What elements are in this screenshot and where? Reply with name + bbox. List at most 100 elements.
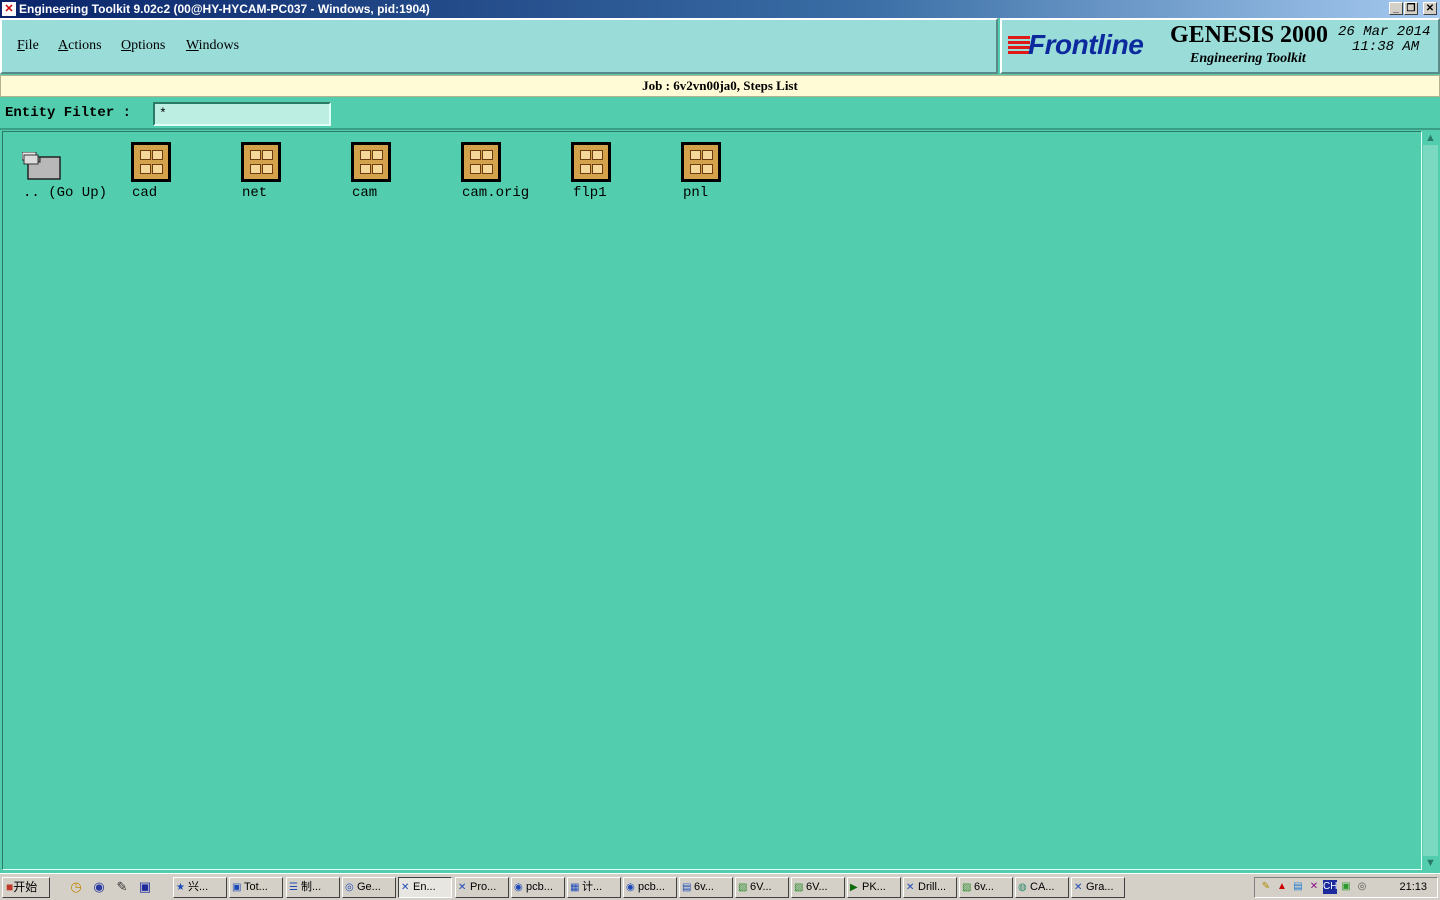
- start-button[interactable]: ■开始: [2, 877, 50, 898]
- tray-security-icon[interactable]: ▣: [1339, 880, 1353, 894]
- task-button[interactable]: ◉ pcb...: [623, 877, 677, 898]
- step-icon: [131, 142, 171, 182]
- brand-panel: Frontline GENESIS 2000 Engineering Toolk…: [1000, 18, 1440, 74]
- minimize-button[interactable]: _: [1389, 2, 1403, 15]
- task-label: 兴...: [188, 881, 209, 893]
- quicklaunch-clock-icon[interactable]: ◷: [68, 879, 84, 895]
- task-icon: ▶: [850, 882, 858, 893]
- task-icon: ▤: [682, 882, 692, 893]
- frontline-logo: Frontline: [1008, 29, 1164, 64]
- task-label: 6v...: [974, 881, 994, 893]
- task-button[interactable]: ▣ Tot...: [229, 877, 283, 898]
- tray-settings-icon[interactable]: ◎: [1355, 880, 1369, 894]
- task-button[interactable]: ▧ 6V...: [735, 877, 789, 898]
- restore-button[interactable]: ❐: [1404, 2, 1418, 15]
- menu-actions[interactable]: Actions: [58, 38, 102, 54]
- menu-options[interactable]: Options: [121, 38, 165, 54]
- entity-filter-label: Entity Filter :: [5, 105, 132, 121]
- quicklaunch-globe-icon[interactable]: ◉: [91, 879, 107, 895]
- task-icon: ▣: [232, 882, 242, 893]
- task-button[interactable]: ◍ CA...: [1015, 877, 1069, 898]
- task-button[interactable]: ▤ 6v...: [679, 877, 733, 898]
- step-label: flp1: [573, 185, 607, 201]
- tray-pencil-icon[interactable]: ✎: [1259, 880, 1273, 894]
- scroll-up-arrow-icon[interactable]: ▲: [1423, 131, 1438, 145]
- system-tray: ✎ ▲ ▤ ✕ CH ▣ ◎ 21:13: [1254, 877, 1438, 898]
- task-label: 6v...: [694, 881, 714, 893]
- task-icon: ★: [176, 882, 185, 893]
- start-label: 开始: [13, 880, 38, 894]
- task-button[interactable]: ▧ 6v...: [959, 877, 1013, 898]
- task-button[interactable]: ▧ 6V...: [791, 877, 845, 898]
- menu-windows[interactable]: Windows: [186, 38, 239, 54]
- task-icon: ✕: [906, 882, 915, 893]
- menu-options-mnemonic: O: [121, 38, 132, 53]
- app-icon: ✕: [2, 2, 16, 16]
- task-button[interactable]: ✕ Drill...: [903, 877, 957, 898]
- menu-options-label: ptions: [131, 38, 166, 53]
- step-label: cad: [132, 185, 158, 201]
- scroll-down-arrow-icon[interactable]: ▼: [1423, 856, 1438, 870]
- task-label: 6V...: [806, 881, 828, 893]
- quicklaunch-disk-icon[interactable]: ▣: [137, 879, 153, 895]
- task-label: En...: [413, 881, 436, 893]
- menu-windows-mnemonic: W: [186, 38, 199, 53]
- menu-file-mnemonic: F: [17, 38, 25, 53]
- task-label: Gra...: [1086, 881, 1114, 893]
- task-label: 制...: [301, 881, 322, 893]
- tray-network-icon[interactable]: ▤: [1291, 880, 1305, 894]
- tray-acrobat-icon[interactable]: ▲: [1275, 880, 1289, 894]
- tray-x-icon[interactable]: ✕: [1307, 880, 1321, 894]
- task-button[interactable]: ☰ 制...: [286, 877, 340, 898]
- step-icon: [351, 142, 391, 182]
- product-subtitle: Engineering Toolkit: [1190, 51, 1306, 66]
- task-icon: ☰: [289, 882, 298, 893]
- menu-file-label: ile: [24, 38, 39, 53]
- task-button[interactable]: ◉ pcb...: [511, 877, 565, 898]
- task-icon: ◎: [345, 882, 354, 893]
- task-label: Pro...: [470, 881, 497, 893]
- task-button[interactable]: ✕ Pro...: [455, 877, 509, 898]
- step-icon: [571, 142, 611, 182]
- task-button[interactable]: ▦ 计...: [567, 877, 621, 898]
- task-icon: ✕: [458, 882, 467, 893]
- task-icon: ◉: [514, 882, 523, 893]
- menu-actions-label: ctions: [68, 38, 102, 53]
- vertical-scrollbar[interactable]: ▲ ▼: [1423, 131, 1438, 870]
- task-button[interactable]: ✕ Gra...: [1071, 877, 1125, 898]
- task-label: 计...: [582, 881, 603, 893]
- filter-bar: Entity Filter : *: [0, 99, 1440, 130]
- step-icon: [681, 142, 721, 182]
- window-title: Engineering Toolkit 9.02c2 (00@HY-HYCAM-…: [19, 2, 430, 16]
- entity-filter-input[interactable]: *: [153, 102, 331, 126]
- step-label: pnl: [683, 185, 709, 201]
- tray-language-indicator[interactable]: CH: [1323, 880, 1337, 894]
- window-title-bar[interactable]: ✕ Engineering Toolkit 9.02c2 (00@HY-HYCA…: [0, 0, 1440, 18]
- task-button[interactable]: ★ 兴...: [173, 877, 227, 898]
- job-status-bar: Job : 6v2vn00ja0, Steps List: [0, 75, 1440, 97]
- menu-file[interactable]: File: [17, 38, 39, 54]
- step-label: net: [242, 185, 268, 201]
- taskbar: ■开始 ◷ ◉ ✎ ▣ ★ 兴... ▣ Tot... ☰ 制... ◎ Ge... ✕…: [0, 873, 1440, 900]
- time-display: 11:38 AM: [1352, 39, 1420, 55]
- taskbar-clock: 21:13: [1399, 881, 1427, 893]
- close-button[interactable]: ✕: [1423, 2, 1437, 15]
- task-label: pcb...: [526, 881, 553, 893]
- task-label: Tot...: [244, 881, 268, 893]
- task-button[interactable]: ▶ PK...: [847, 877, 901, 898]
- task-icon: ◍: [1018, 882, 1027, 893]
- task-button-active[interactable]: ✕ En...: [398, 877, 452, 898]
- task-label: Ge...: [357, 881, 381, 893]
- task-icon: ▧: [962, 882, 972, 893]
- go-up-label: .. (Go Up): [23, 185, 108, 201]
- steps-list-area[interactable]: [2, 131, 1422, 870]
- quicklaunch-edit-icon[interactable]: ✎: [114, 879, 130, 895]
- task-icon: ◉: [626, 882, 635, 893]
- task-label: Drill...: [918, 881, 947, 893]
- task-icon: ▦: [570, 882, 580, 893]
- task-label: 6V...: [750, 881, 772, 893]
- task-button[interactable]: ◎ Ge...: [342, 877, 396, 898]
- step-icon: [241, 142, 281, 182]
- task-label: CA...: [1030, 881, 1055, 893]
- task-label: pcb...: [638, 881, 665, 893]
